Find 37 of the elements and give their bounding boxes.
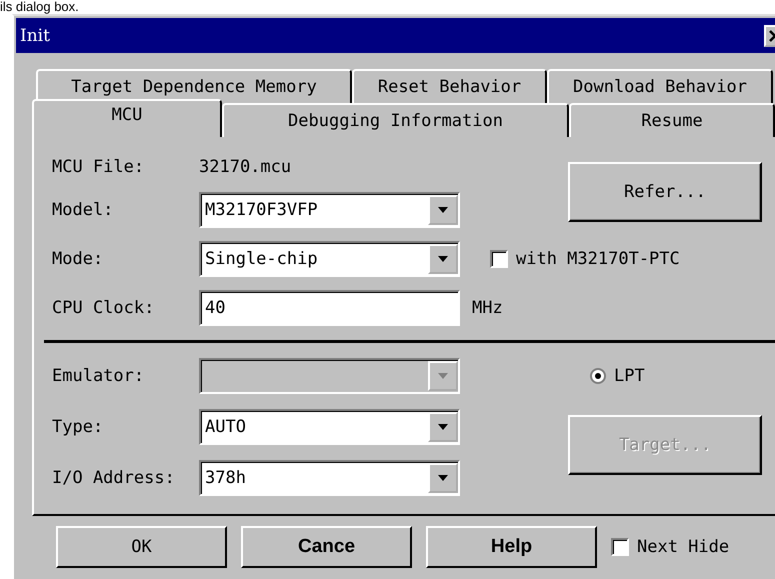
dropdown-field[interactable]: M32170F3VFP: [199, 192, 460, 228]
field-label: Type:: [52, 417, 104, 437]
field-label: Mode:: [52, 249, 104, 269]
tab[interactable]: Reset Behavior: [352, 69, 547, 103]
tab[interactable]: Target Dependence Memory: [36, 69, 352, 103]
dropdown-arrow-icon: [437, 206, 449, 214]
dropdown-arrow-icon: [437, 255, 449, 263]
radio-button[interactable]: [590, 368, 606, 384]
dropdown-arrow-icon: [437, 372, 449, 380]
tab[interactable]: Download Behavior: [547, 69, 773, 103]
input-field[interactable]: 40: [199, 290, 460, 326]
dropdown-field[interactable]: Single-chip: [199, 241, 460, 277]
tab[interactable]: Debugging Information: [222, 103, 569, 137]
field-label: CPU Clock:: [52, 298, 156, 318]
dropdown-field[interactable]: 378h: [199, 460, 460, 496]
checkbox-label: Next Hide: [637, 537, 730, 557]
checkbox[interactable]: [611, 538, 629, 556]
tab[interactable]: Resume: [569, 103, 775, 137]
checkbox-label: with M32170T-PTC: [516, 249, 680, 269]
caption-text: ils dialog box.: [0, 0, 79, 14]
field-value: 32170.mcu: [199, 157, 292, 177]
radio-label: LPT: [614, 366, 645, 386]
unit-label: MHz: [472, 298, 504, 318]
dropdown-arrow-icon: [437, 423, 449, 431]
window-title: Init: [19, 26, 50, 46]
push-button[interactable]: Refer...: [568, 162, 762, 222]
tab[interactable]: MCU: [32, 99, 222, 137]
field-label: Model:: [52, 200, 114, 220]
field-label: Emulator:: [52, 366, 146, 386]
checkbox[interactable]: [490, 250, 508, 268]
dialog-button[interactable]: Cance: [241, 526, 412, 568]
dialog-button[interactable]: OK: [56, 526, 227, 568]
dropdown-arrow-icon: [437, 474, 449, 482]
field-label: I/O Address:: [52, 468, 176, 488]
field-label: MCU File:: [52, 157, 146, 177]
dropdown-field[interactable]: AUTO: [199, 409, 460, 445]
dialog-button[interactable]: Help: [426, 526, 597, 568]
